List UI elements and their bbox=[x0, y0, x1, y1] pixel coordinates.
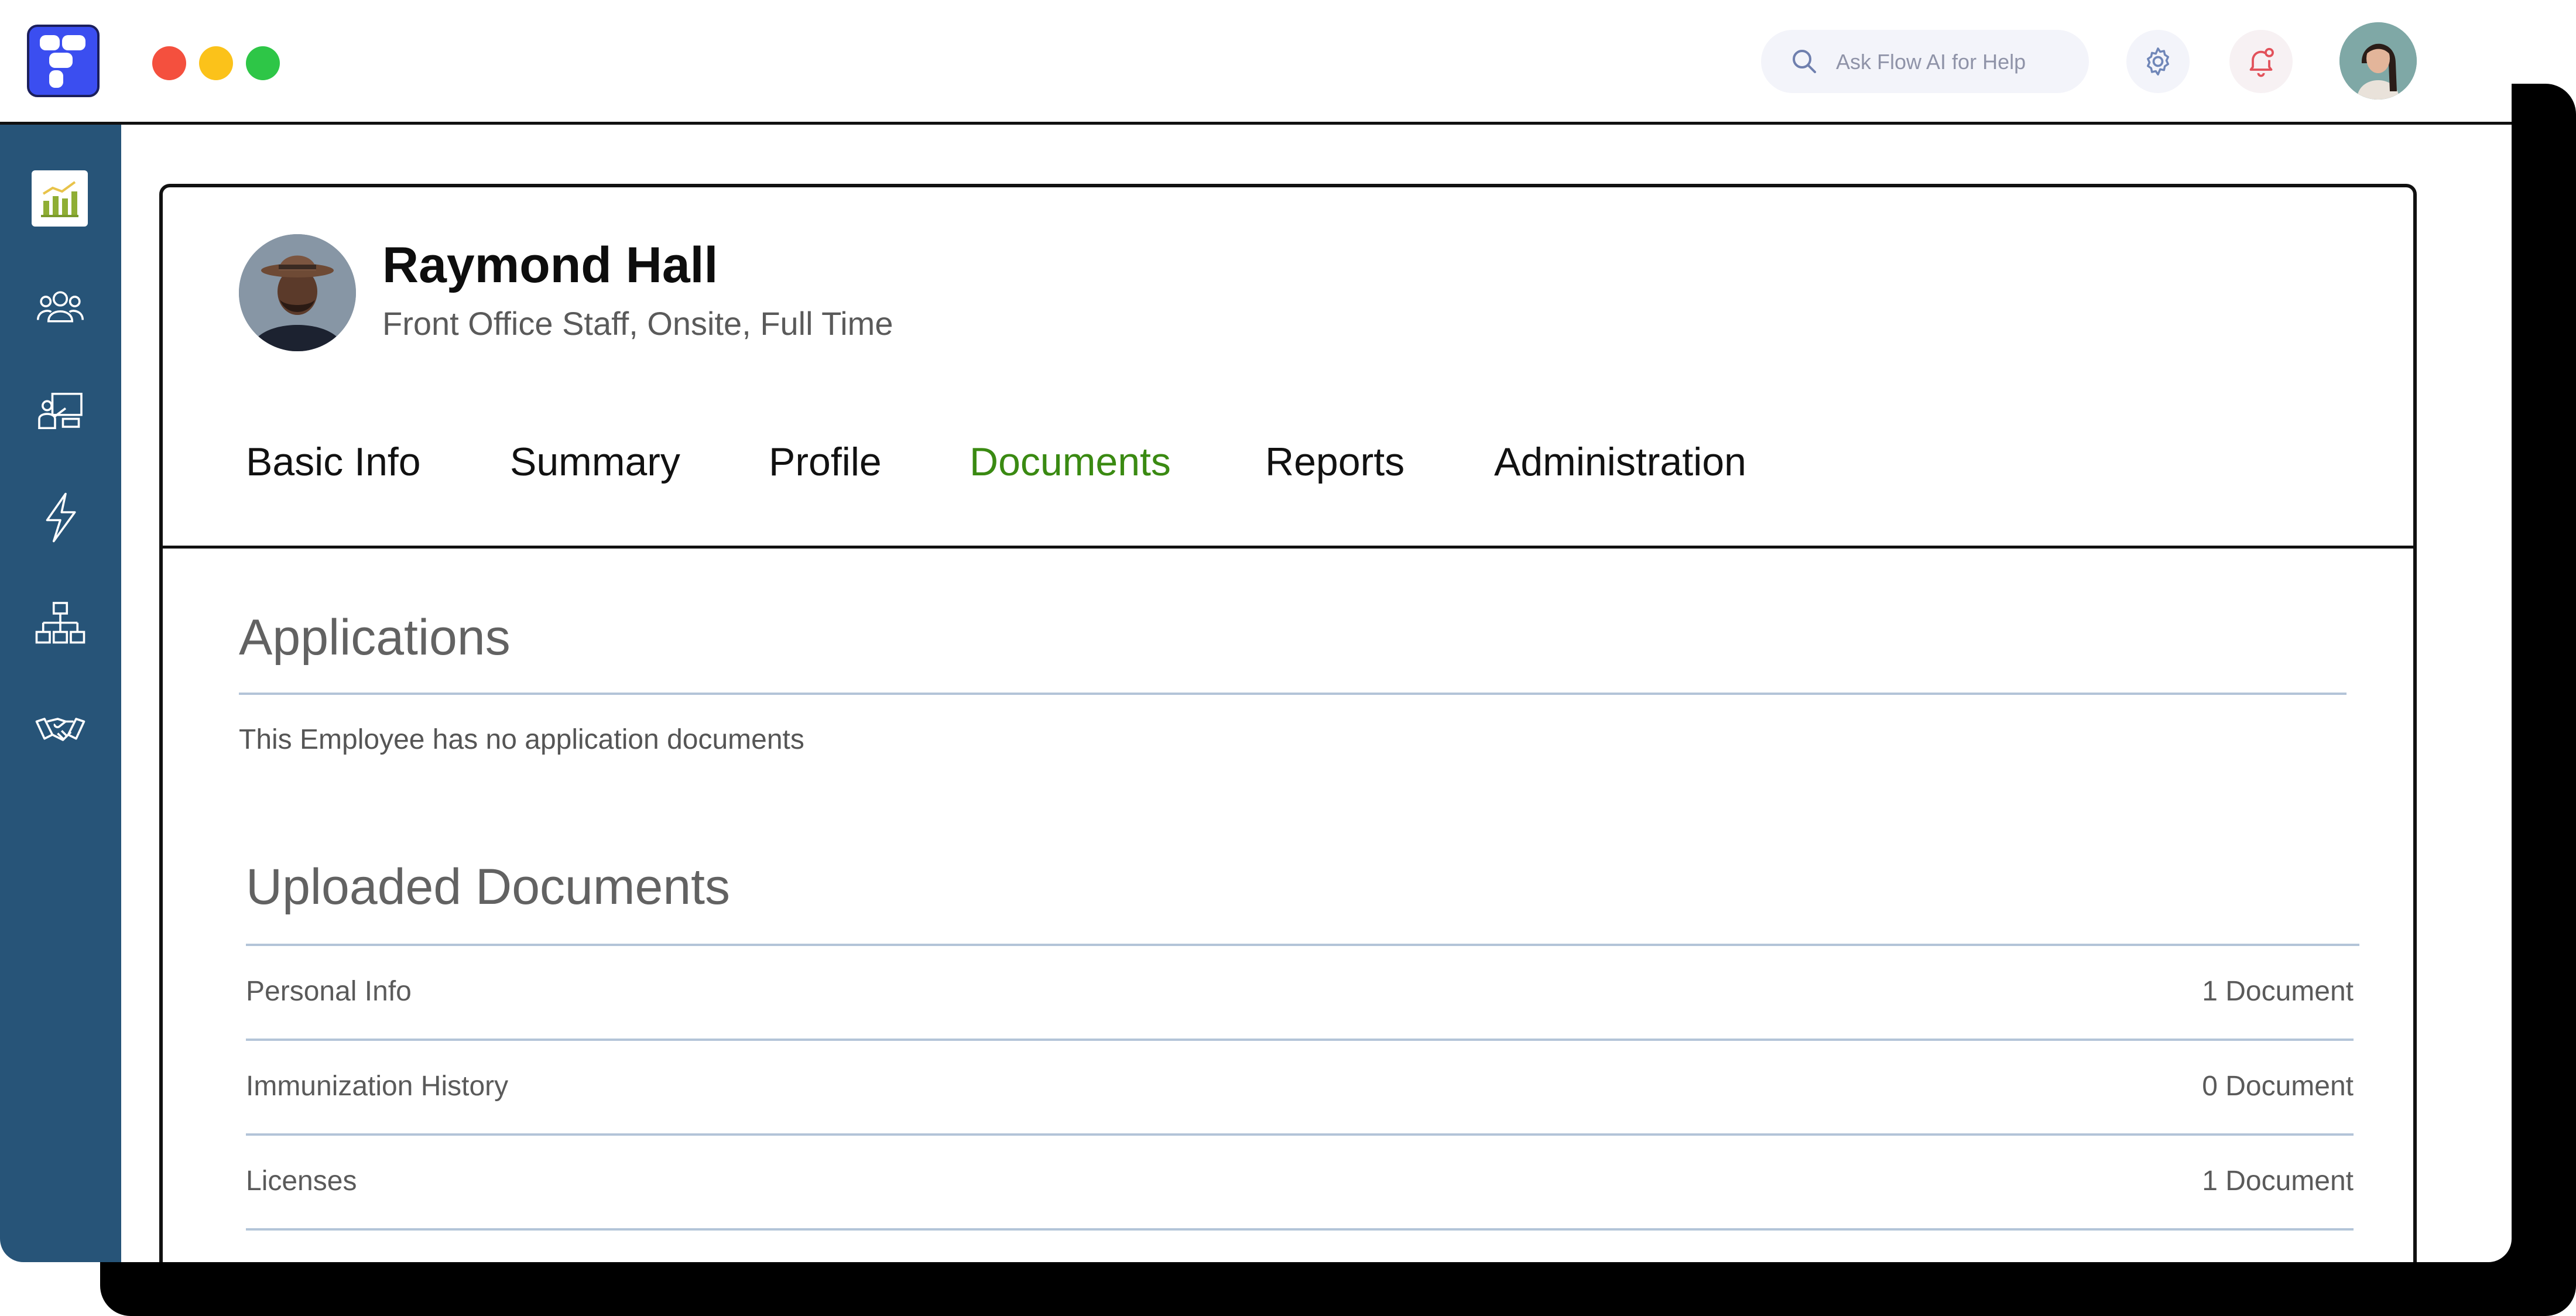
handshake-icon bbox=[35, 718, 85, 741]
org-chart-icon bbox=[35, 602, 85, 644]
sidebar-item-training[interactable] bbox=[29, 380, 91, 442]
window-close-button[interactable] bbox=[152, 46, 186, 80]
sidebar-item-people[interactable] bbox=[29, 276, 91, 338]
tab-reports[interactable]: Reports bbox=[1265, 439, 1405, 485]
people-icon bbox=[36, 291, 84, 323]
applications-title: Applications bbox=[239, 609, 511, 666]
sidebar-item-analytics[interactable] bbox=[32, 170, 88, 227]
window-maximize-button[interactable] bbox=[246, 46, 280, 80]
document-category-label: Personal Info bbox=[246, 976, 412, 1007]
uploaded-documents-title: Uploaded Documents bbox=[246, 859, 731, 915]
sidebar-item-actions[interactable] bbox=[29, 486, 91, 549]
document-count: 1 Document bbox=[2202, 1166, 2354, 1197]
bell-icon bbox=[2249, 47, 2274, 77]
app-window: Ask Flow AI for Help Raymond Hall Front … bbox=[0, 0, 2512, 1262]
lightning-icon bbox=[46, 492, 76, 543]
tab-basic-info[interactable]: Basic Info bbox=[246, 439, 421, 485]
window-minimize-button[interactable] bbox=[199, 46, 233, 80]
ai-search-input[interactable]: Ask Flow AI for Help bbox=[1761, 30, 2089, 93]
tab-administration[interactable]: Administration bbox=[1494, 439, 1746, 485]
employee-avatar bbox=[239, 234, 356, 351]
tab-summary[interactable]: Summary bbox=[510, 439, 680, 485]
applications-empty-message: This Employee has no application documen… bbox=[239, 724, 804, 755]
analytics-icon bbox=[41, 181, 78, 217]
user-avatar[interactable] bbox=[2339, 22, 2417, 100]
document-count: 1 Document bbox=[2202, 976, 2354, 1007]
presentation-icon bbox=[38, 392, 83, 430]
sidebar bbox=[0, 125, 121, 1262]
document-row-licenses[interactable]: Licenses 1 Document bbox=[246, 1136, 2354, 1231]
employee-photo bbox=[239, 234, 356, 351]
settings-button[interactable] bbox=[2126, 30, 2190, 93]
app-logo[interactable] bbox=[27, 25, 100, 97]
document-row-personal-info[interactable]: Personal Info 1 Document bbox=[246, 946, 2354, 1041]
row-divider bbox=[246, 1228, 2354, 1231]
top-bar: Ask Flow AI for Help bbox=[0, 0, 2512, 125]
logo-mark-icon bbox=[40, 35, 85, 88]
tab-documents[interactable]: Documents bbox=[970, 439, 1171, 485]
gear-icon bbox=[2146, 47, 2170, 76]
sidebar-item-org-chart[interactable] bbox=[29, 593, 91, 655]
document-count: 0 Document bbox=[2202, 1071, 2354, 1102]
employee-name: Raymond Hall bbox=[382, 237, 718, 293]
sidebar-item-partners[interactable] bbox=[29, 698, 91, 760]
document-category-label: Licenses bbox=[246, 1166, 357, 1197]
search-icon bbox=[1793, 50, 1816, 73]
employee-role: Front Office Staff, Onsite, Full Time bbox=[382, 305, 893, 342]
applications-divider bbox=[239, 693, 2347, 695]
document-category-label: Immunization History bbox=[246, 1071, 509, 1102]
tab-profile[interactable]: Profile bbox=[769, 439, 882, 485]
notifications-button[interactable] bbox=[2229, 30, 2293, 93]
search-placeholder: Ask Flow AI for Help bbox=[1836, 50, 2026, 74]
user-photo bbox=[2339, 22, 2417, 100]
tabs-divider bbox=[159, 546, 2417, 549]
document-row-immunization-history[interactable]: Immunization History 0 Document bbox=[246, 1041, 2354, 1136]
